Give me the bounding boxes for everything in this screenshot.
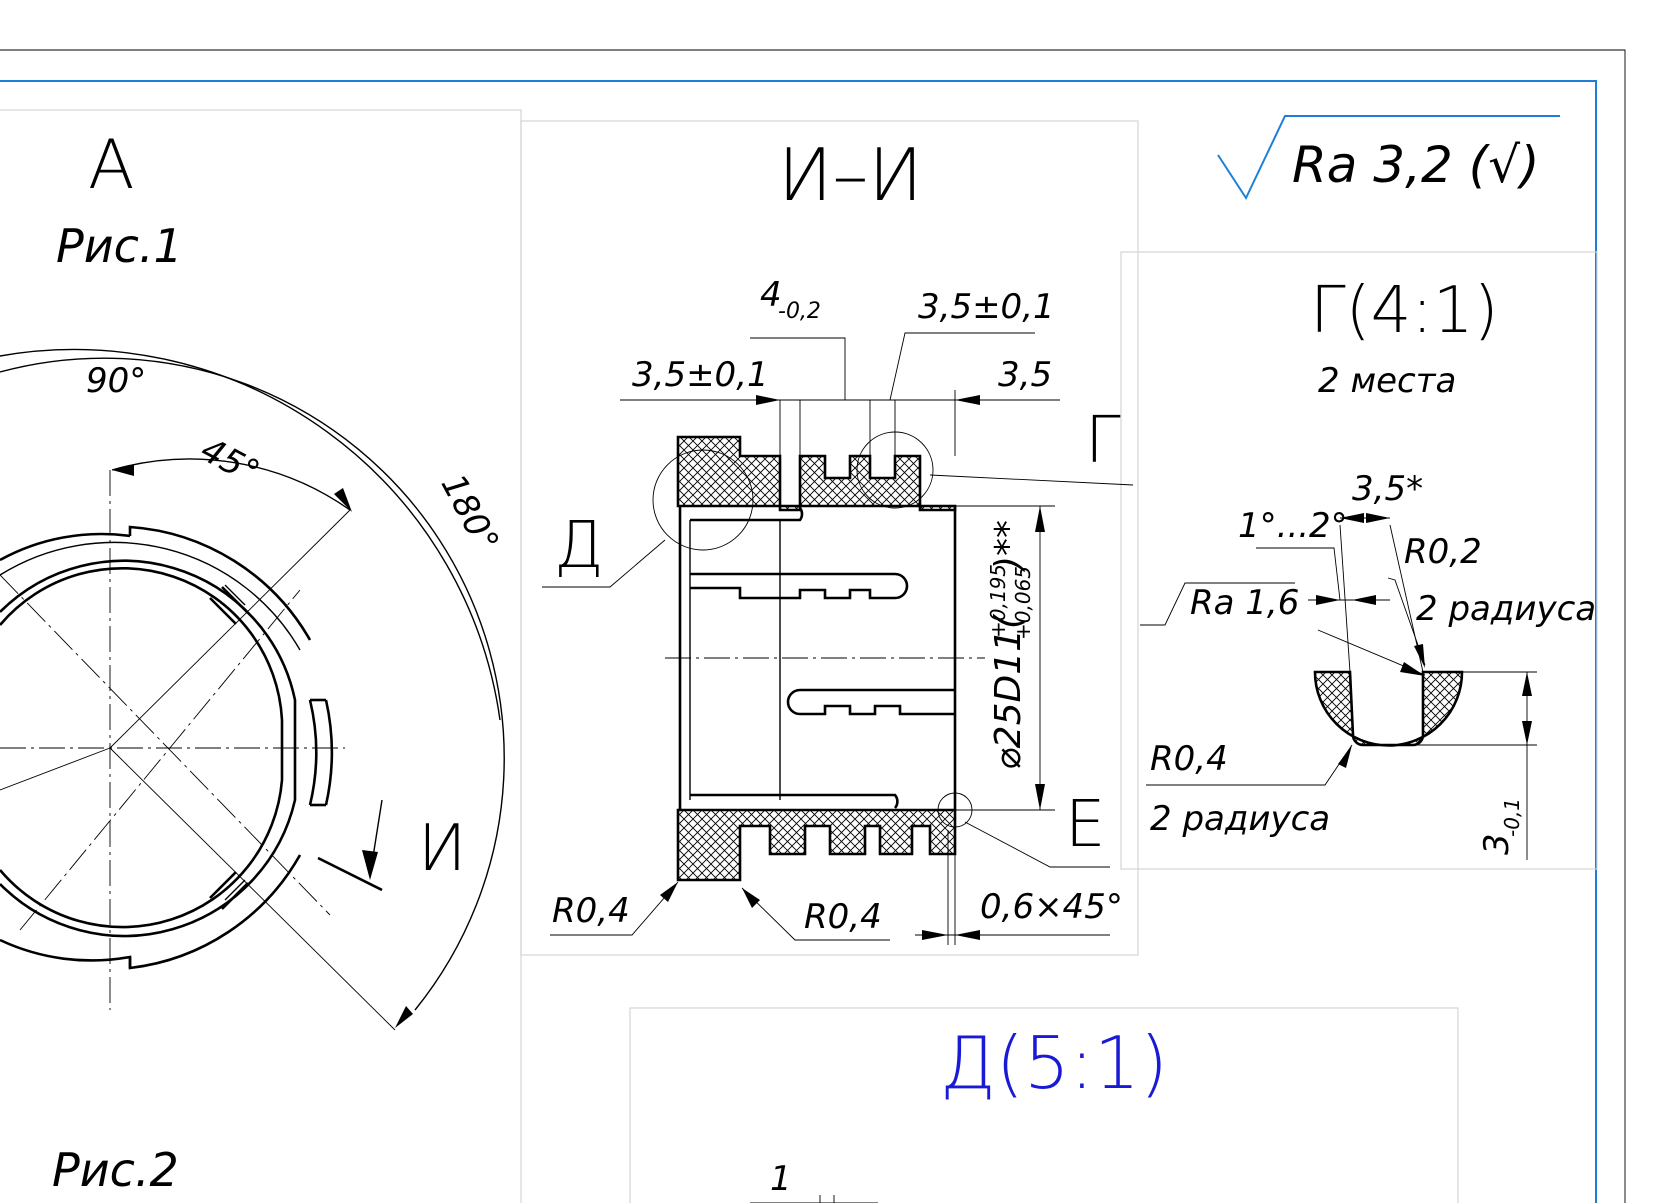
- roughness-16: Ra 1,6: [1190, 583, 1299, 623]
- dim-35: 3,5: [998, 355, 1052, 395]
- diameter-lower: +0,065: [1011, 566, 1035, 640]
- detail-d-drawing: Д(5:1) 1: [750, 1021, 1168, 1203]
- diameter-upper: +0,195: [986, 564, 1010, 638]
- radius-r04-note: 2 радиуса: [1150, 799, 1330, 839]
- view-a-panel: [0, 109, 522, 1203]
- diameter-close: )**: [988, 520, 1029, 573]
- radius-r02-note: 2 радиуса: [1416, 589, 1596, 629]
- angle-45-label: 45°: [194, 430, 266, 494]
- view-a-drawing: А Рис.1 Рис.2 И 90° 45° 180°: [0, 126, 506, 1197]
- chamfer-label: 0,6×45°: [980, 887, 1123, 927]
- dim-3-tol: -0,1: [1500, 798, 1524, 837]
- section-ii-drawing: И–И 4 -0,2 3,5±0,1 3,5±0,1 3,5 Г Д Е ⌀25…: [542, 133, 1134, 945]
- general-roughness-label: Ra 3,2 (√): [1292, 136, 1540, 194]
- label-g: Г: [1085, 404, 1121, 478]
- detail-d-title: Д(5:1): [940, 1021, 1168, 1105]
- dim-35-star: 3,5*: [1352, 469, 1423, 509]
- detail-g-subtitle: 2 места: [1318, 361, 1456, 401]
- dim-4-tol: -0,2: [778, 299, 821, 324]
- label-e: Е: [1065, 788, 1105, 862]
- radius-r02: R0,2: [1404, 532, 1482, 572]
- radius-left: R0,4: [552, 891, 630, 931]
- dim-35-tol-left: 3,5±0,1: [632, 355, 769, 395]
- dim-35-tol-top: 3,5±0,1: [918, 287, 1055, 327]
- radius-r04: R0,4: [1150, 739, 1228, 779]
- detail-g-title: Г(4:1): [1310, 274, 1499, 348]
- dim-1: 1: [770, 1159, 792, 1199]
- section-ii-title: И–И: [778, 133, 923, 217]
- view-a-title: А: [88, 126, 135, 205]
- angle-180-label: 180°: [433, 468, 507, 559]
- radius-mid: R0,4: [804, 897, 882, 937]
- angle-90-label: 90°: [86, 361, 146, 401]
- drawing-sheet: А Рис.1 Рис.2 И 90° 45° 180° И–И 4 -0,2 …: [0, 49, 1626, 1203]
- general-roughness: Ra 3,2 (√): [1217, 115, 1560, 201]
- label-d: Д: [554, 509, 604, 583]
- fig1-label: Рис.1: [56, 219, 183, 273]
- section-mark-i: И: [418, 812, 466, 886]
- sheet-frame: [0, 49, 1626, 1203]
- fig2-label: Рис.2: [52, 1143, 179, 1197]
- detail-g-drawing: Г(4:1) 2 места 3,5* 1°...2° R0,2 2 радиу…: [1140, 274, 1596, 860]
- angle-range: 1°...2°: [1238, 506, 1348, 546]
